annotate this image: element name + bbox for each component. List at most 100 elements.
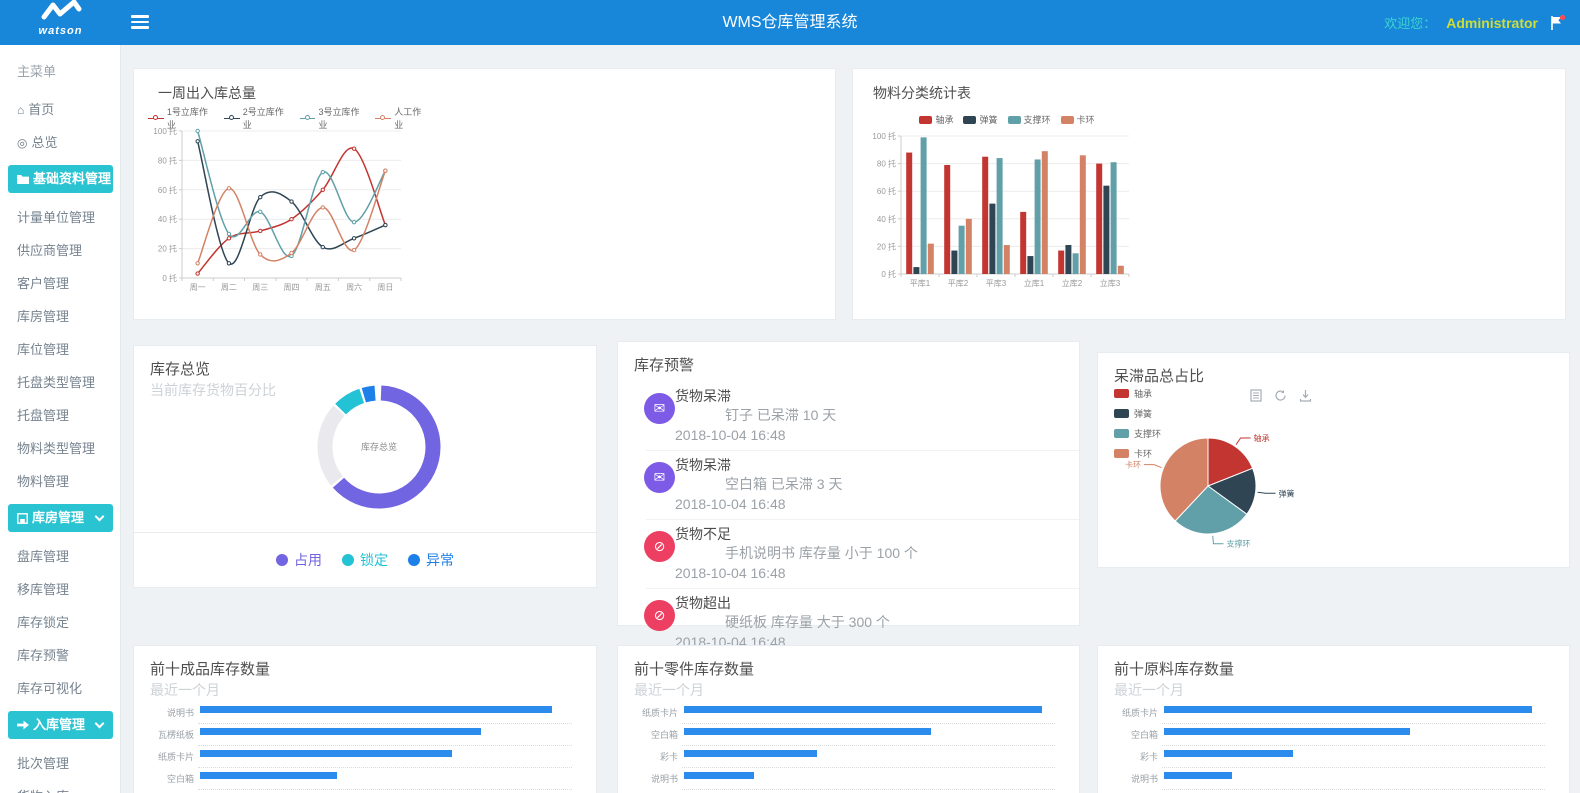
sidebar-item-货物入库[interactable]: 货物入库	[0, 779, 120, 793]
alert-list: ✉货物呆滞钉子 已呆滞 10 天2018-10-04 16:48✉货物呆滞空白箱…	[618, 382, 1079, 657]
username[interactable]: Administrator	[1446, 15, 1538, 31]
inbound-arrow-icon	[17, 720, 29, 730]
hbar-row: 空白箱	[1098, 724, 1569, 746]
card-subtitle: 最近一个月	[634, 680, 704, 700]
alert-item[interactable]: ✉货物呆滞空白箱 已呆滞 3 天2018-10-04 16:48	[618, 451, 1079, 519]
legend-item-支撑环[interactable]: 支撑环	[1008, 113, 1051, 126]
stagnant-pie-chart: 轴承弹簧支撑环卡环	[1098, 421, 1428, 569]
svg-text:平库2: 平库2	[948, 278, 969, 288]
svg-text:0 托: 0 托	[162, 273, 177, 283]
alert-item[interactable]: ⊘货物不足手机说明书 库存量 小于 100 个2018-10-04 16:48	[618, 520, 1079, 588]
hbar-bar[interactable]	[684, 728, 931, 735]
alert-icon: ⊘	[644, 531, 675, 562]
hbar-row: 空白箱	[134, 768, 596, 790]
alert-desc: 钉子 已呆滞 10 天	[675, 405, 1069, 425]
sidebar-item-库房管理[interactable]: 库房管理	[0, 299, 120, 332]
card-title: 库存预警	[634, 354, 694, 375]
alert-icon: ⊘	[644, 600, 675, 631]
hbar-bar[interactable]	[1164, 772, 1232, 779]
hbar-row: 瓦楞纸板	[134, 724, 596, 746]
inventory-donut-chart: 库存总览	[304, 372, 454, 522]
chevron-down-icon	[95, 511, 105, 521]
sidebar-item-库存预警[interactable]: 库存预警	[0, 638, 120, 671]
sidebar-item-供应商管理[interactable]: 供应商管理	[0, 233, 120, 266]
card-title: 库存总览	[150, 358, 210, 379]
sidebar-item-物料类型管理[interactable]: 物料类型管理	[0, 431, 120, 464]
hbar-bar[interactable]	[200, 728, 481, 735]
hbar-label: 纸质卡片	[1098, 706, 1158, 719]
restore-icon[interactable]	[1274, 389, 1287, 402]
bar-chart-legend: 轴承弹簧支撑环卡环	[867, 113, 1147, 126]
sidebar-item-托盘管理[interactable]: 托盘管理	[0, 398, 120, 431]
alert-title: 货物呆滞	[675, 456, 1069, 474]
legend-item-卡环[interactable]: 卡环	[1061, 113, 1095, 126]
sidebar-item-库存锁定[interactable]: 库存锁定	[0, 605, 120, 638]
hbar-bar[interactable]	[684, 772, 754, 779]
svg-text:100 托: 100 托	[153, 126, 177, 136]
sidebar-item-计量单位管理[interactable]: 计量单位管理	[0, 200, 120, 233]
legend-item-锁定[interactable]: 锁定	[342, 550, 388, 570]
card-weekly-io-totals: 一周出入库总量 1号立库作业2号立库作业3号立库作业人工作业 0 托20 托40…	[133, 68, 836, 320]
raw-hbar-chart: 纸质卡片空白箱彩卡说明书	[1098, 702, 1569, 793]
card-material-category-stats: 物料分类统计表 轴承弹簧支撑环卡环 0 托20 托40 托60 托80 托100…	[852, 68, 1566, 320]
sidebar-item-盘库管理[interactable]: 盘库管理	[0, 539, 120, 572]
svg-text:弹簧: 弹簧	[1279, 488, 1295, 498]
hbar-bar[interactable]	[684, 750, 817, 757]
legend-item-轴承[interactable]: 轴承	[919, 113, 953, 126]
hbar-bar[interactable]	[1164, 728, 1410, 735]
hbar-label: 纸质卡片	[618, 706, 678, 719]
svg-text:60 托: 60 托	[877, 186, 896, 196]
alert-time: 2018-10-04 16:48	[675, 494, 1069, 514]
sidebar-item-物料管理[interactable]: 物料管理	[0, 464, 120, 497]
notification-flag-icon[interactable]	[1548, 14, 1566, 32]
hbar-bar[interactable]	[200, 772, 337, 779]
sidebar-group-基础资料管理[interactable]: 基础资料管理	[8, 165, 113, 193]
hbar-row: 空白箱	[618, 724, 1079, 746]
svg-text:周五: 周五	[315, 283, 331, 292]
app-title: WMS仓库管理系统	[0, 0, 1580, 45]
alert-desc: 空白箱 已呆滞 3 天	[675, 474, 1069, 494]
alert-title: 货物超出	[675, 594, 1069, 612]
hbar-bar[interactable]	[1164, 706, 1532, 713]
hbar-row: 纸质卡片	[618, 702, 1079, 724]
svg-text:周一: 周一	[190, 283, 206, 292]
sidebar-item-批次管理[interactable]: 批次管理	[0, 746, 120, 779]
download-icon[interactable]	[1299, 389, 1312, 402]
hbar-label: 说明书	[134, 706, 194, 719]
legend-item-异常[interactable]: 异常	[408, 550, 454, 570]
card-inventory-alerts: 库存预警 ✉货物呆滞钉子 已呆滞 10 天2018-10-04 16:48✉货物…	[617, 341, 1080, 626]
sidebar-item-库存可视化[interactable]: 库存可视化	[0, 671, 120, 704]
svg-text:80 托: 80 托	[877, 159, 896, 169]
legend-item-弹簧[interactable]: 弹簧	[1114, 407, 1161, 420]
card-top-raw-materials: 前十原料库存数量 最近一个月 纸质卡片空白箱彩卡说明书	[1097, 645, 1570, 793]
svg-text:40 托: 40 托	[877, 214, 896, 224]
hbar-bar[interactable]	[684, 706, 1042, 713]
svg-text:周三: 周三	[252, 283, 268, 292]
svg-text:轴承: 轴承	[1254, 433, 1270, 443]
sidebar-item-客户管理[interactable]: 客户管理	[0, 266, 120, 299]
data-view-icon[interactable]	[1250, 389, 1262, 402]
sidebar-item-移库管理[interactable]: 移库管理	[0, 572, 120, 605]
hbar-bar[interactable]	[200, 706, 552, 713]
material-bar-chart: 0 托20 托40 托60 托80 托100 托平库1平库2平库3立库1立库2立…	[867, 128, 1157, 300]
legend-item-轴承[interactable]: 轴承	[1114, 387, 1161, 400]
hbar-bar[interactable]	[200, 750, 452, 757]
sidebar-item-首页[interactable]: ⌂首页	[0, 92, 120, 125]
legend-item-占用[interactable]: 占用	[276, 550, 322, 570]
card-title: 前十成品库存数量	[150, 658, 270, 679]
sidebar-item-库位管理[interactable]: 库位管理	[0, 332, 120, 365]
alert-item[interactable]: ✉货物呆滞钉子 已呆滞 10 天2018-10-04 16:48	[618, 382, 1079, 450]
sidebar-group-入库管理[interactable]: 入库管理	[8, 711, 113, 739]
hbar-label: 空白箱	[134, 772, 194, 785]
svg-text:立库2: 立库2	[1062, 278, 1083, 288]
hbar-bar[interactable]	[1164, 750, 1293, 757]
dashboard: 一周出入库总量 1号立库作业2号立库作业3号立库作业人工作业 0 托20 托40…	[121, 45, 1580, 793]
card-stagnant-share: 呆滞品总占比 轴承弹簧支撑环卡环 轴承弹簧支撑环卡环	[1097, 352, 1570, 568]
sidebar-item-总览[interactable]: ◎总览	[0, 125, 120, 158]
sidebar-item-托盘类型管理[interactable]: 托盘类型管理	[0, 365, 120, 398]
mail-icon: ✉	[644, 393, 675, 424]
legend-item-弹簧[interactable]: 弹簧	[963, 113, 997, 126]
sidebar-group-库房管理[interactable]: 库房管理	[8, 504, 113, 532]
welcome-label: 欢迎您：	[1384, 13, 1436, 32]
top-header: watson WMS仓库管理系统 欢迎您： Administrator	[0, 0, 1580, 45]
